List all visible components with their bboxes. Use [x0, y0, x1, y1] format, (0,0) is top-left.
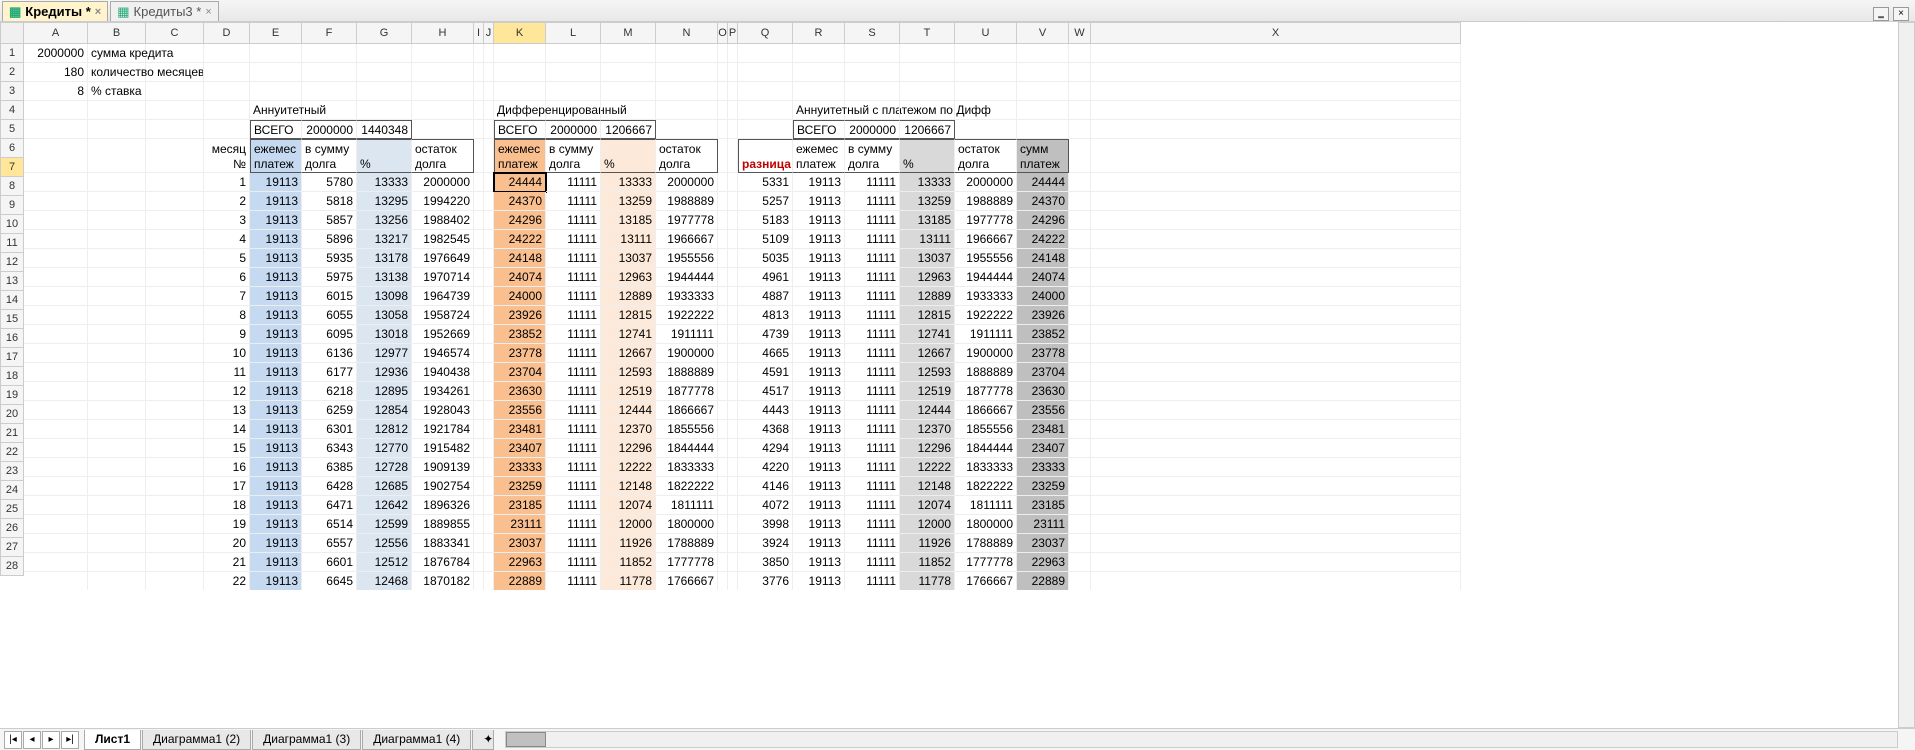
- cells-area[interactable]: 2000000сумма кредита180количество месяце…: [24, 44, 1461, 590]
- spreadsheet-icon: ▦: [9, 4, 21, 20]
- row-header-23[interactable]: 23: [0, 462, 24, 481]
- row-header-18[interactable]: 18: [0, 367, 24, 386]
- row-header-19[interactable]: 19: [0, 386, 24, 405]
- column-header-Q[interactable]: Q: [738, 22, 793, 44]
- row-header-21[interactable]: 21: [0, 424, 24, 443]
- column-header-D[interactable]: D: [204, 22, 250, 44]
- column-header-M[interactable]: M: [601, 22, 656, 44]
- row-header-28[interactable]: 28: [0, 557, 24, 576]
- column-header-L[interactable]: L: [546, 22, 601, 44]
- close-button[interactable]: ×: [1893, 7, 1909, 21]
- close-tab-icon[interactable]: ×: [95, 6, 101, 18]
- row-header-27[interactable]: 27: [0, 538, 24, 557]
- next-sheet-button[interactable]: ▸: [42, 731, 60, 749]
- row-header-10[interactable]: 10: [0, 215, 24, 234]
- minimize-button[interactable]: ‗: [1873, 7, 1889, 21]
- document-tab[interactable]: ▦ Кредиты * ×: [2, 1, 108, 21]
- column-header-H[interactable]: H: [412, 22, 474, 44]
- row-header-11[interactable]: 11: [0, 234, 24, 253]
- row-header-9[interactable]: 9: [0, 196, 24, 215]
- spreadsheet-icon: ▦: [117, 4, 129, 20]
- first-sheet-button[interactable]: |◂: [4, 731, 22, 749]
- horizontal-scrollbar[interactable]: [505, 731, 1898, 748]
- column-header-W[interactable]: W: [1069, 22, 1091, 44]
- row-headers[interactable]: 1234567891011121314151617181920212223242…: [0, 44, 24, 576]
- vertical-scrollbar[interactable]: [1898, 22, 1915, 728]
- last-sheet-button[interactable]: ▸|: [61, 731, 79, 749]
- column-header-F[interactable]: F: [302, 22, 357, 44]
- column-header-X[interactable]: X: [1091, 22, 1461, 44]
- column-header-S[interactable]: S: [845, 22, 900, 44]
- row-header-13[interactable]: 13: [0, 272, 24, 291]
- row-header-14[interactable]: 14: [0, 291, 24, 310]
- column-header-A[interactable]: A: [24, 22, 88, 44]
- column-header-P[interactable]: P: [728, 22, 738, 44]
- row-header-4[interactable]: 4: [0, 101, 24, 120]
- row-header-3[interactable]: 3: [0, 82, 24, 101]
- row-header-7[interactable]: 7: [0, 158, 24, 177]
- column-header-J[interactable]: J: [484, 22, 494, 44]
- column-header-E[interactable]: E: [250, 22, 302, 44]
- row-header-1[interactable]: 1: [0, 44, 24, 63]
- row-header-26[interactable]: 26: [0, 519, 24, 538]
- sheet-tab[interactable]: Диаграмма1 (3): [252, 730, 361, 750]
- column-header-G[interactable]: G: [357, 22, 412, 44]
- column-header-N[interactable]: N: [656, 22, 718, 44]
- document-tab[interactable]: ▦ Кредиты3 *×: [110, 1, 219, 21]
- column-header-O[interactable]: O: [718, 22, 728, 44]
- row-header-6[interactable]: 6: [0, 139, 24, 158]
- row-header-16[interactable]: 16: [0, 329, 24, 348]
- sheet-tab-bar: |◂ ◂ ▸ ▸| Лист1Диаграмма1 (2)Диаграмма1 …: [0, 728, 1915, 750]
- column-header-V[interactable]: V: [1017, 22, 1069, 44]
- row-header-2[interactable]: 2: [0, 63, 24, 82]
- column-header-R[interactable]: R: [793, 22, 845, 44]
- column-header-K[interactable]: K: [494, 22, 546, 44]
- column-header-B[interactable]: B: [88, 22, 146, 44]
- tab-label: Кредиты3 *: [134, 4, 202, 19]
- tab-label: Кредиты *: [25, 4, 91, 19]
- close-tab-icon[interactable]: ×: [205, 6, 211, 18]
- row-header-25[interactable]: 25: [0, 500, 24, 519]
- row-header-8[interactable]: 8: [0, 177, 24, 196]
- column-header-C[interactable]: C: [146, 22, 204, 44]
- row-header-5[interactable]: 5: [0, 120, 24, 139]
- sheet-tab[interactable]: Лист1: [84, 730, 141, 750]
- row-header-24[interactable]: 24: [0, 481, 24, 500]
- sheet-tab[interactable]: Диаграмма1 (2): [142, 730, 251, 750]
- sheet-tab[interactable]: Диаграмма1 (4): [362, 730, 471, 750]
- scrollbar-thumb[interactable]: [506, 732, 546, 747]
- column-headers[interactable]: ABCDEFGHIJKLMNOPQRSTUVWX: [24, 22, 1461, 44]
- row-header-22[interactable]: 22: [0, 443, 24, 462]
- spreadsheet-grid[interactable]: ABCDEFGHIJKLMNOPQRSTUVWX 123456789101112…: [0, 22, 1915, 590]
- column-header-U[interactable]: U: [955, 22, 1017, 44]
- row-header-12[interactable]: 12: [0, 253, 24, 272]
- row-header-17[interactable]: 17: [0, 348, 24, 367]
- row-header-20[interactable]: 20: [0, 405, 24, 424]
- column-header-T[interactable]: T: [900, 22, 955, 44]
- select-all-corner[interactable]: [0, 22, 24, 44]
- row-header-15[interactable]: 15: [0, 310, 24, 329]
- document-tab-bar: ▦Кредиты *×▦Кредиты3 *× ‗ ×: [0, 0, 1915, 22]
- column-header-I[interactable]: I: [474, 22, 484, 44]
- prev-sheet-button[interactable]: ◂: [23, 731, 41, 749]
- new-sheet-button[interactable]: ✦: [472, 730, 494, 750]
